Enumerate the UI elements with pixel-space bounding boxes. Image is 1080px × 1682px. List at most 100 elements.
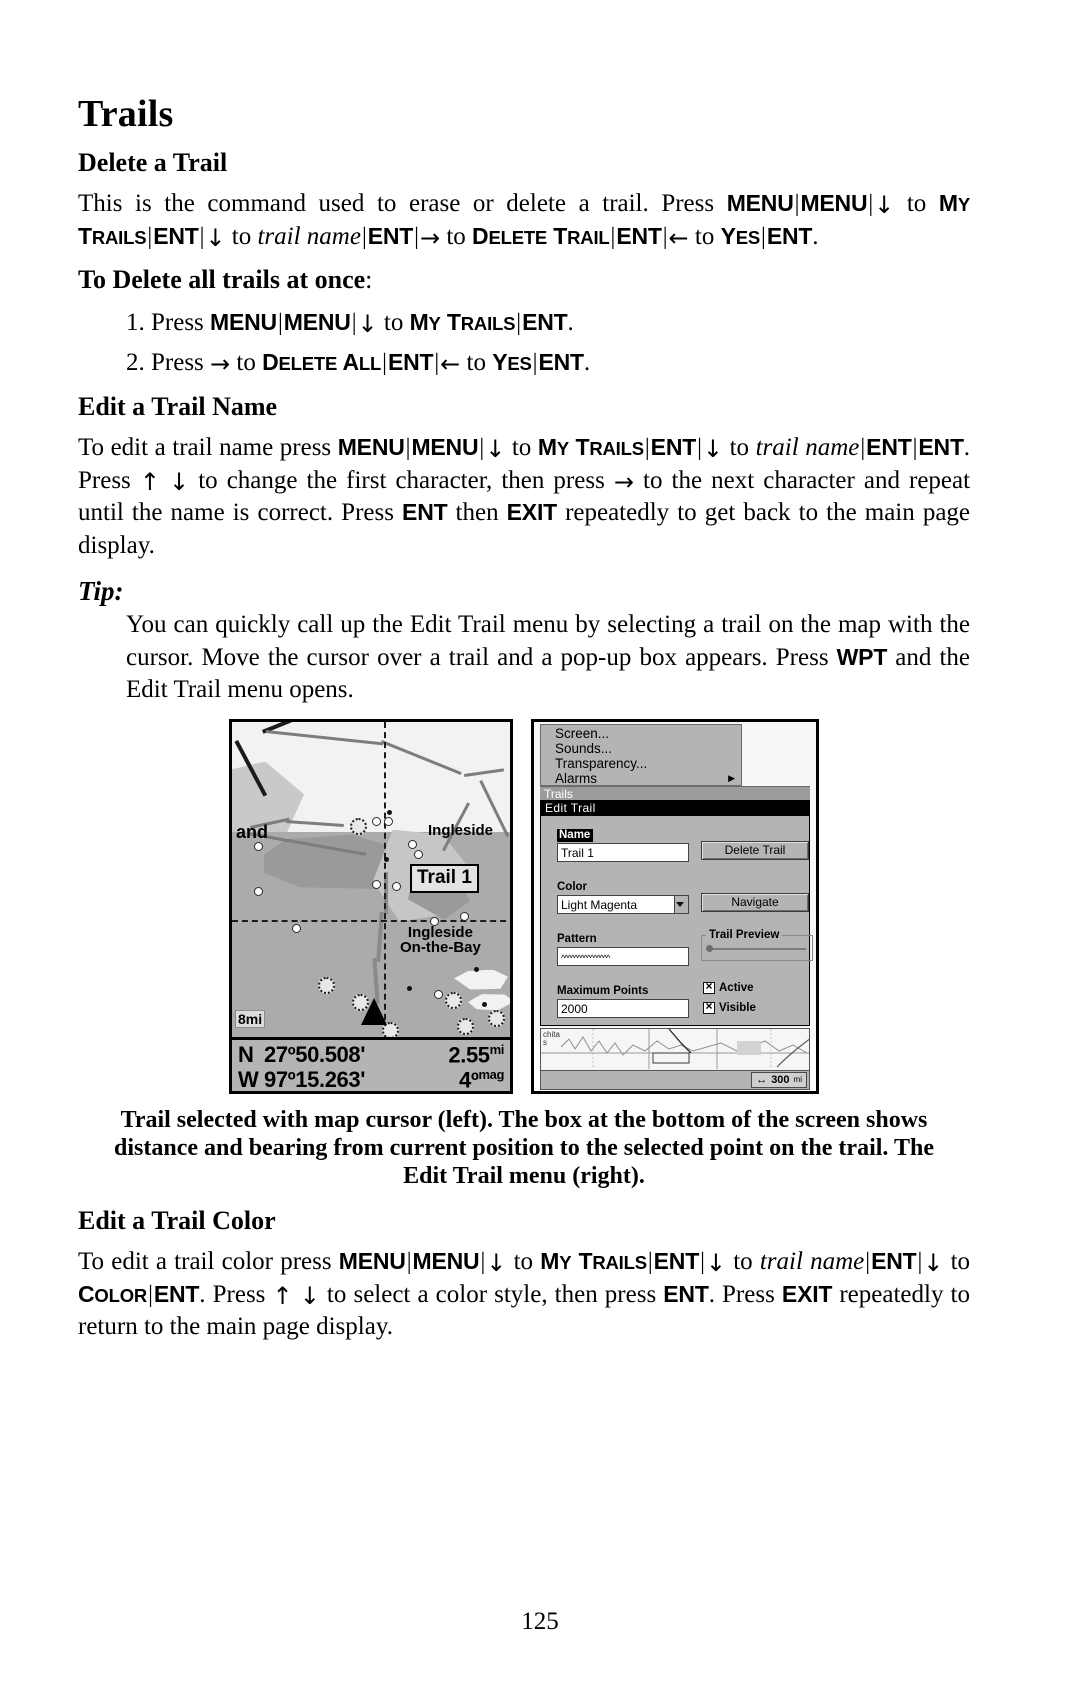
figure-caption: Trail selected with map cursor (left). T… — [114, 1106, 934, 1190]
cursor-crosshair-horizontal — [232, 919, 510, 922]
list-item: 1. Press MENU|MENU|↓ to MY TRAILS|ENT. — [126, 305, 970, 341]
trails-title-text: Trails — [544, 786, 573, 801]
name-input[interactable]: Trail 1 — [557, 842, 689, 862]
trail-preview-track — [708, 947, 806, 950]
pattern-input[interactable]: ^^^^^^^^^^^^^^^ — [557, 946, 689, 966]
trail-popup-box[interactable]: Trail 1 — [410, 863, 479, 893]
heading-colon: : — [365, 265, 373, 294]
period: . — [567, 309, 574, 336]
delete-trail-lead: This is the command used to erase or del… — [78, 190, 715, 217]
chevron-down-icon[interactable] — [674, 895, 688, 913]
key-sep: | — [662, 223, 668, 250]
key-ent: ENT — [663, 1280, 709, 1307]
menu-item-screen[interactable]: Screen... — [555, 726, 741, 741]
key-arrow-right: → — [419, 223, 441, 252]
key-arrow-left: ← — [668, 223, 689, 252]
waypoint-icon — [384, 816, 393, 826]
checkbox-icon[interactable] — [703, 999, 715, 1014]
period: . — [583, 348, 591, 376]
latitude-value: 27º50.508' — [264, 1041, 366, 1067]
max-points-field-label: Maximum Points — [557, 984, 649, 997]
color-select[interactable]: Light Magenta — [557, 894, 689, 914]
checkbox-icon[interactable] — [703, 979, 715, 994]
map-scale-label: 8mi — [235, 1009, 266, 1028]
menu-item-alarms[interactable]: Alarms — [555, 771, 741, 786]
waypoint-icon — [254, 841, 263, 851]
list-item: 2. Press → to DELETE ALL|ENT|← to YES|EN… — [126, 345, 970, 381]
visible-checkbox-label: Visible — [719, 1001, 756, 1014]
key-arrow-down: ↓ — [486, 1249, 507, 1278]
word-to: to — [466, 348, 486, 376]
waypoint-icon — [408, 839, 417, 849]
key-ent: ENT — [766, 222, 813, 249]
delete-all-steps: 1. Press MENU|MENU|↓ to MY TRAILS|ENT. 2… — [78, 305, 970, 380]
color-select-value: Light Magenta — [561, 897, 638, 912]
trail-preview-knob[interactable] — [706, 944, 713, 952]
distance-unit: mi — [489, 1041, 505, 1057]
latitude-hemisphere: N — [238, 1041, 254, 1067]
bearing-unit: mag — [478, 1066, 504, 1082]
key-arrow-down: ↓ — [923, 1249, 944, 1278]
word-to: to — [231, 222, 252, 250]
heading-tip: Tip: — [78, 576, 124, 606]
key-sep: | — [361, 223, 367, 250]
settings-menu[interactable]: Screen... Sounds... Transparency... Alar… — [540, 723, 742, 786]
map-dot — [474, 966, 479, 972]
key-yes: YES — [720, 222, 761, 249]
period: . — [812, 222, 819, 250]
key-arrow-down: ↓ — [705, 1249, 726, 1278]
navigate-button[interactable]: Navigate — [701, 892, 809, 912]
map-scale-readout: ↔ 300 mi — [751, 1071, 807, 1088]
key-wpt: WPT — [836, 643, 888, 670]
screen-background: Screen... Sounds... Transparency... Alar… — [534, 721, 816, 1091]
key-menu-2: MENU — [800, 190, 868, 216]
key-sep: | — [761, 223, 766, 250]
key-sep: | — [277, 310, 283, 336]
gps-data-bar: N 27º50.508' 2.55mi W 97º15.263' 4ºmag — [232, 1036, 510, 1092]
word-to: to — [694, 222, 715, 250]
key-delete-trail: DELETE TRAIL — [472, 222, 610, 249]
period: . — [963, 434, 971, 461]
word-to: to — [950, 1248, 971, 1276]
distance-value: 2.55 — [448, 1041, 490, 1067]
heading-delete-all-trails: To Delete all trails at once: — [78, 265, 970, 295]
key-my-trails: MY TRAILS — [537, 434, 644, 460]
key-ent: ENT — [616, 222, 662, 249]
visible-checkbox-row[interactable]: Visible — [703, 999, 756, 1014]
edit-name-lead: To edit a trail name press — [78, 434, 332, 461]
key-menu: MENU — [338, 1248, 406, 1275]
map-label-land: and — [236, 821, 269, 842]
max-points-input[interactable]: 2000 — [557, 998, 689, 1018]
bottom-status-bar: ↔ 300 mi — [541, 1069, 809, 1089]
key-sep: | — [382, 349, 387, 376]
key-sep: | — [644, 435, 650, 461]
heading-delete-a-trail: Delete a Trail — [78, 148, 228, 177]
cursor-crosshair-vertical — [384, 721, 386, 1040]
scale-value: 300 — [771, 1073, 790, 1086]
longitude-row: W 97º15.263' 4ºmag — [238, 1066, 504, 1092]
key-menu: MENU — [726, 190, 794, 216]
key-sep: | — [697, 435, 702, 461]
waypoint-icon — [414, 849, 423, 859]
waypoint-icon — [434, 989, 443, 999]
color-field-group: Color Light Magenta — [557, 877, 689, 914]
key-arrow-down: ↓ — [874, 191, 895, 219]
obstruction-icon — [457, 1017, 474, 1035]
key-ent: ENT — [871, 1248, 917, 1275]
key-ent: ENT — [866, 434, 912, 460]
trail-preview-group: Trail Preview — [701, 928, 813, 961]
max-points-field-group: Maximum Points 2000 — [557, 981, 689, 1018]
active-checkbox-row[interactable]: Active — [703, 979, 754, 994]
latitude-row: N 27º50.508' 2.55mi — [238, 1042, 504, 1067]
menu-item-sounds[interactable]: Sounds... — [555, 741, 741, 756]
delete-trail-button[interactable]: Delete Trail — [701, 840, 809, 860]
menu-item-transparency[interactable]: Transparency... — [555, 756, 741, 771]
name-field-group: Name Trail 1 — [557, 825, 689, 862]
map-area: and Ingleside Ingleside On-the-Bay Trail … — [232, 721, 510, 1040]
paragraph-delete-a-trail: This is the command used to erase or del… — [78, 188, 970, 253]
bearing-value: 4º — [458, 1066, 479, 1092]
word-press: Press — [78, 466, 131, 494]
key-menu-2: MENU — [411, 434, 479, 460]
period: . — [708, 1280, 715, 1308]
word-to: to — [383, 309, 404, 336]
